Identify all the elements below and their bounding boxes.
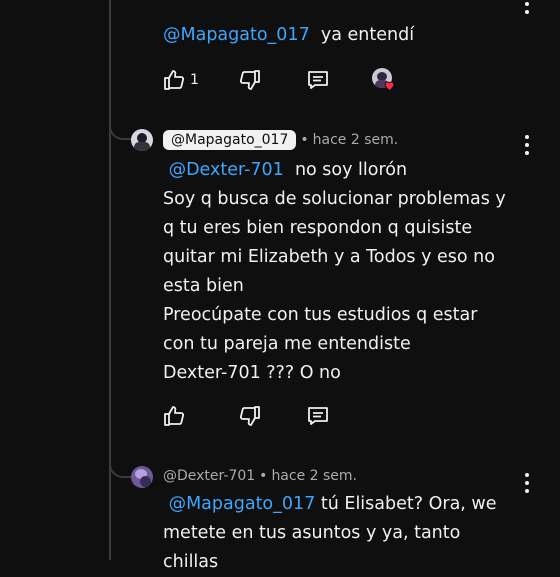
comment-text: @Dexter-701 no soy llorón Soy q busca de… <box>163 160 506 383</box>
mention-link[interactable]: @Mapagato_017 <box>163 25 310 45</box>
creator-heart <box>372 65 396 95</box>
reply-icon <box>308 71 328 89</box>
thumbs-down-icon <box>239 406 260 426</box>
mention-link[interactable]: @Mapagato_017 <box>169 494 316 514</box>
author-handle[interactable]: @Dexter-701 <box>163 468 255 484</box>
timestamp[interactable]: hace 2 sem. <box>313 132 399 148</box>
comment-header: @Dexter-701 • hace 2 sem. <box>163 468 358 484</box>
thumbs-down-icon <box>239 70 260 90</box>
comment-text: @Mapagato_017 ya entendí <box>163 25 415 45</box>
dislike-button[interactable] <box>238 65 262 95</box>
thread-line <box>109 0 111 560</box>
author-handle[interactable]: @Mapagato_017 <box>163 130 297 150</box>
comment-text: @Mapagato_017 tú Elisabet? Ora, we metet… <box>163 494 497 572</box>
comment-actions: 1 <box>160 65 420 95</box>
creator-heart-icon <box>384 81 395 91</box>
like-button[interactable] <box>162 401 186 431</box>
dislike-button[interactable] <box>238 401 262 431</box>
more-options-icon[interactable] <box>522 135 532 155</box>
like-count: 1 <box>190 72 199 88</box>
like-button[interactable]: 1 <box>162 65 199 95</box>
comment-header: @Mapagato_017 • hace 2 sem. <box>163 130 398 150</box>
comment-actions <box>160 401 420 431</box>
thread-branch <box>109 120 133 140</box>
reply-button[interactable] <box>306 65 330 95</box>
timestamp[interactable]: hace 2 sem. <box>271 468 357 484</box>
reply-button[interactable] <box>306 401 330 431</box>
mention-link[interactable]: @Dexter-701 <box>169 160 284 180</box>
avatar[interactable] <box>131 466 153 488</box>
more-options-icon[interactable] <box>522 0 532 14</box>
thumbs-up-icon <box>164 70 185 90</box>
thread-branch <box>109 458 133 478</box>
reply-icon <box>308 407 328 425</box>
avatar[interactable] <box>131 129 153 151</box>
thumbs-up-icon <box>164 406 185 426</box>
